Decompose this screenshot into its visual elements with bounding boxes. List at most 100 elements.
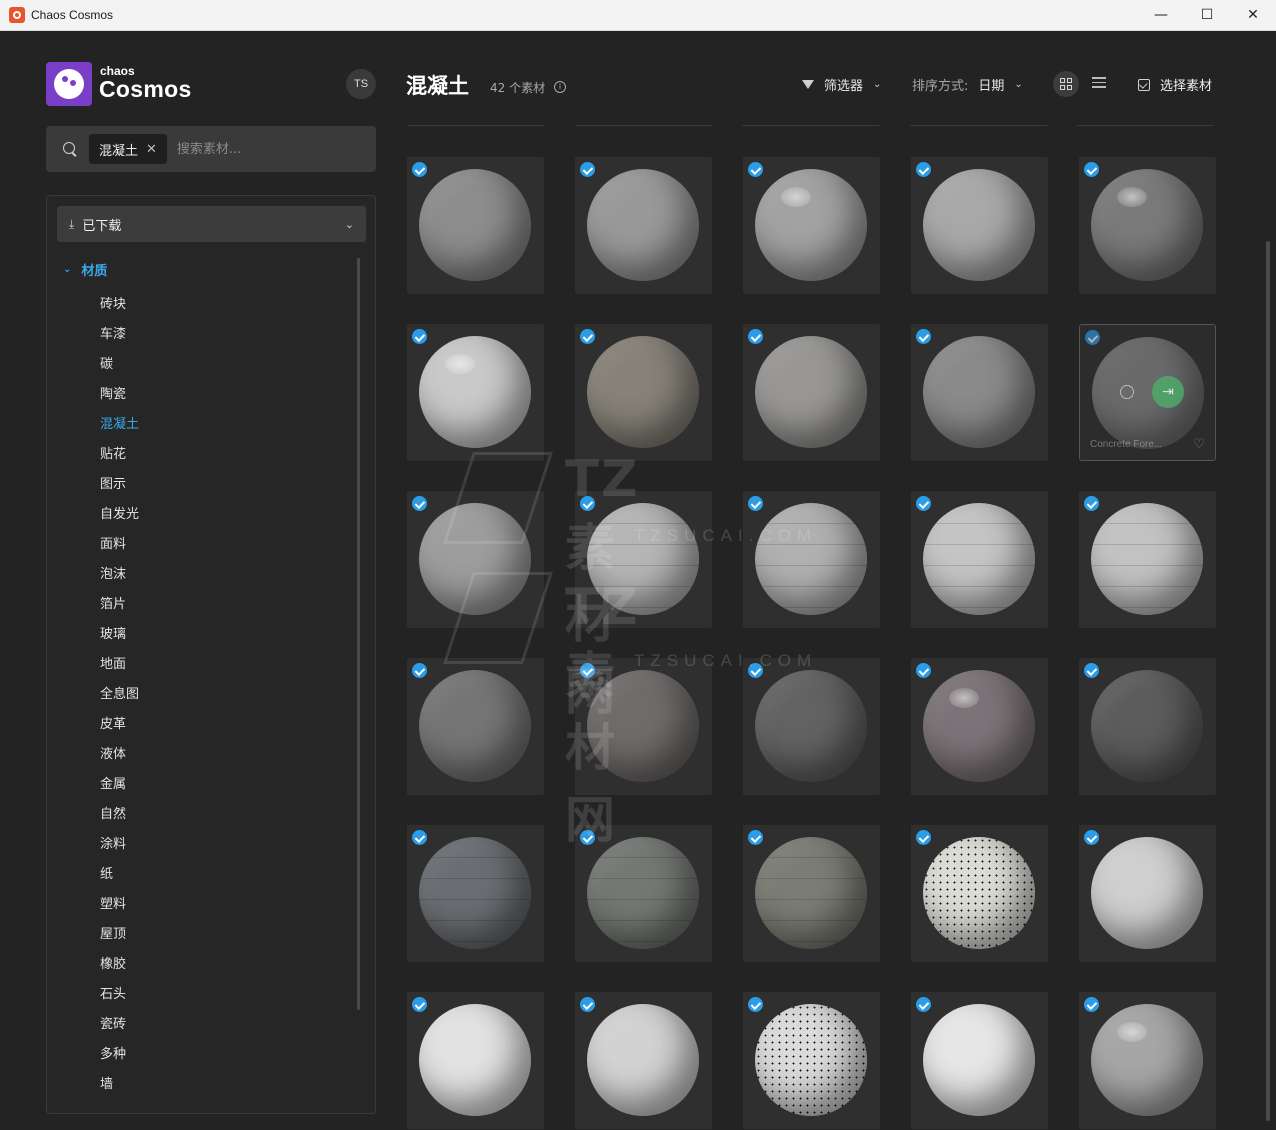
sort-value: 日期	[978, 79, 1005, 94]
material-preview-sphere	[755, 336, 867, 448]
filter-icon	[802, 80, 814, 89]
material-card[interactable]	[575, 992, 712, 1129]
sidebar-item[interactable]: 墙	[100, 1070, 139, 1100]
material-card[interactable]	[911, 992, 1048, 1129]
sidebar-item[interactable]: 自发光	[100, 500, 139, 530]
downloaded-check-icon	[916, 997, 931, 1012]
material-card[interactable]	[407, 658, 544, 795]
minimize-button[interactable]: —	[1138, 0, 1184, 31]
material-card[interactable]	[743, 992, 880, 1129]
sidebar-item[interactable]: 混凝土	[100, 410, 139, 440]
material-card[interactable]	[407, 157, 544, 294]
close-button[interactable]: ✕	[1230, 0, 1276, 31]
material-card[interactable]	[575, 825, 712, 962]
search-tag-chip[interactable]: 混凝土 ✕	[89, 134, 167, 164]
material-preview-sphere	[755, 503, 867, 615]
material-card[interactable]	[1079, 992, 1216, 1129]
material-name: Concrete Fore...	[1090, 439, 1163, 450]
sidebar-item[interactable]: 金属	[100, 770, 139, 800]
sidebar-item[interactable]: 地面	[100, 650, 139, 680]
sidebar-item[interactable]: 箔片	[100, 590, 139, 620]
material-card[interactable]	[743, 658, 880, 795]
sidebar-item[interactable]: 面料	[100, 530, 139, 560]
downloaded-check-icon	[748, 663, 763, 678]
material-preview-sphere	[755, 169, 867, 281]
material-card[interactable]	[911, 324, 1048, 461]
material-card[interactable]	[407, 324, 544, 461]
sidebar-item[interactable]: 车漆	[100, 320, 139, 350]
material-card[interactable]	[1079, 157, 1216, 294]
material-card[interactable]	[911, 157, 1048, 294]
material-preview-sphere	[1091, 837, 1203, 949]
material-card[interactable]	[911, 491, 1048, 628]
material-card[interactable]	[575, 658, 712, 795]
favorite-heart-icon[interactable]: ♡	[1193, 437, 1205, 452]
material-preview-sphere	[1091, 169, 1203, 281]
sidebar-item[interactable]: 多种	[100, 1040, 139, 1070]
dropdown-label: 已下载	[82, 218, 122, 234]
material-preview-sphere	[923, 503, 1035, 615]
material-card[interactable]	[575, 324, 712, 461]
material-card[interactable]	[743, 157, 880, 294]
downloaded-dropdown[interactable]: ⤓ 已下载 ⌄	[57, 206, 366, 242]
sidebar-item[interactable]: 橡胶	[100, 950, 139, 980]
sidebar-item[interactable]: 砖块	[100, 290, 139, 320]
list-view-icon[interactable]	[1092, 77, 1106, 91]
material-card[interactable]	[575, 491, 712, 628]
material-card[interactable]	[743, 324, 880, 461]
sidebar-item[interactable]: 贴花	[100, 440, 139, 470]
user-avatar[interactable]: TS	[346, 69, 376, 99]
sidebar-item[interactable]: 石头	[100, 980, 139, 1010]
material-card[interactable]	[743, 825, 880, 962]
main-scrollbar[interactable]	[1266, 241, 1270, 1121]
category-label: 材质	[81, 264, 108, 279]
material-card[interactable]	[743, 491, 880, 628]
downloaded-check-icon	[748, 329, 763, 344]
sidebar-item[interactable]: 全息图	[100, 680, 139, 710]
search-input[interactable]	[176, 141, 327, 157]
sidebar-item[interactable]: 陶瓷	[100, 380, 139, 410]
material-preview-sphere	[419, 670, 531, 782]
apply-material-button[interactable]: ⇥	[1152, 376, 1184, 408]
material-preview-sphere	[923, 169, 1035, 281]
category-materials-header[interactable]: ⌄ 材质	[63, 260, 107, 279]
material-card[interactable]	[1079, 491, 1216, 628]
sidebar-scrollbar[interactable]	[357, 258, 360, 1010]
download-icon: ⤓	[69, 216, 75, 231]
material-preview-sphere	[1091, 1004, 1203, 1116]
material-card[interactable]	[575, 157, 712, 294]
info-icon[interactable]: i	[554, 81, 566, 93]
material-card[interactable]	[911, 825, 1048, 962]
downloaded-check-icon	[916, 162, 931, 177]
chevron-down-icon: ⌄	[1014, 79, 1023, 90]
maximize-button[interactable]: ☐	[1184, 0, 1230, 31]
search-bar[interactable]: 混凝土 ✕	[46, 126, 376, 172]
material-card[interactable]	[407, 825, 544, 962]
material-card[interactable]	[407, 491, 544, 628]
sidebar-item[interactable]: 泡沫	[100, 560, 139, 590]
sidebar-item[interactable]: 涂料	[100, 830, 139, 860]
filter-button[interactable]: 筛选器 ⌄	[802, 75, 881, 94]
sidebar-item[interactable]: 碳	[100, 350, 139, 380]
material-card[interactable]	[911, 658, 1048, 795]
sidebar-item[interactable]: 皮革	[100, 710, 139, 740]
sidebar-item[interactable]: 屋顶	[100, 920, 139, 950]
downloaded-check-icon	[580, 162, 595, 177]
sidebar-item[interactable]: 塑料	[100, 890, 139, 920]
sidebar-item[interactable]: 自然	[100, 800, 139, 830]
sidebar-item[interactable]: 瓷砖	[100, 1010, 139, 1040]
select-assets-button[interactable]: 选择素材	[1138, 75, 1212, 94]
grid-view-icon[interactable]	[1053, 71, 1079, 97]
material-card[interactable]	[1079, 825, 1216, 962]
material-card[interactable]: ⇥ Concrete Fore... ♡	[1079, 324, 1216, 461]
downloaded-check-icon	[748, 997, 763, 1012]
material-card[interactable]	[1079, 658, 1216, 795]
sidebar-item[interactable]: 图示	[100, 470, 139, 500]
sidebar-item[interactable]: 液体	[100, 740, 139, 770]
zoom-icon[interactable]	[1120, 385, 1134, 399]
material-card[interactable]	[407, 992, 544, 1129]
sort-dropdown[interactable]: 排序方式: 日期 ⌄	[912, 75, 1023, 94]
tag-remove-icon[interactable]: ✕	[146, 142, 157, 157]
sidebar-item[interactable]: 纸	[100, 860, 139, 890]
sidebar-item[interactable]: 玻璃	[100, 620, 139, 650]
